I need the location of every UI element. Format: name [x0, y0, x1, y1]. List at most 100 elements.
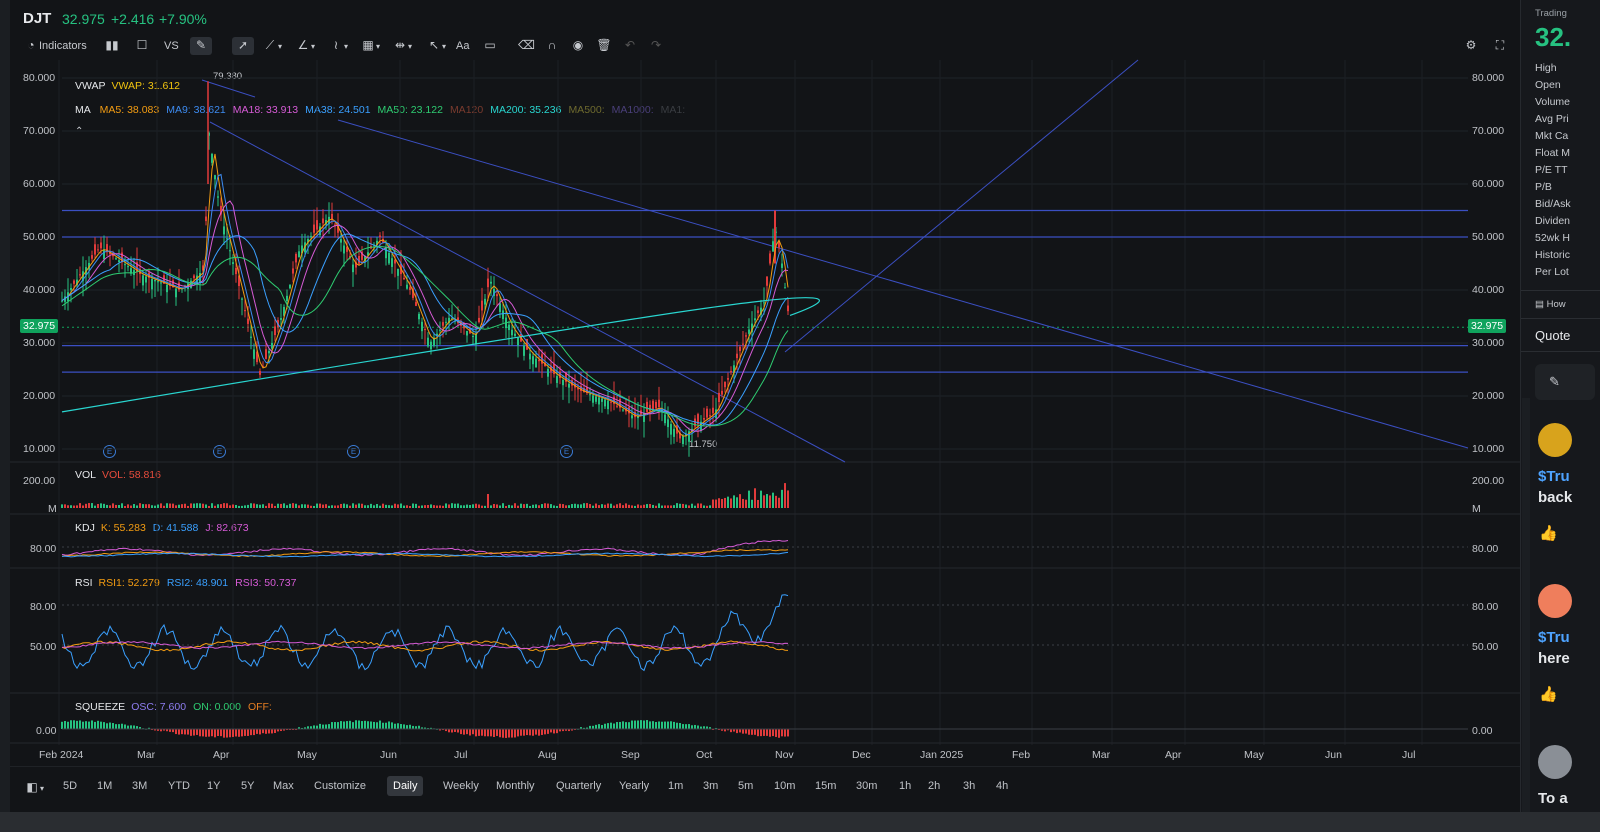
timeframe-3m[interactable]: 3M	[126, 776, 153, 796]
timeframe-1y[interactable]: 1Y	[201, 776, 226, 796]
squeeze-bar	[550, 729, 552, 733]
squeeze-bar	[484, 729, 486, 737]
volume-bar	[352, 503, 354, 508]
timeframe-max[interactable]: Max	[267, 776, 300, 796]
avatar[interactable]	[1538, 745, 1572, 779]
squeeze-bar	[121, 723, 123, 729]
squeeze-bar	[610, 722, 612, 729]
volume-bar	[202, 503, 204, 508]
timeframe-4h[interactable]: 4h	[990, 776, 1014, 796]
candle-body	[70, 288, 72, 290]
volume-bar	[73, 505, 75, 508]
timeframe-ytd[interactable]: YTD	[162, 776, 196, 796]
timeframe-5y[interactable]: 5Y	[235, 776, 260, 796]
squeeze-bar	[601, 725, 603, 729]
candle-body	[124, 264, 126, 266]
timeframe-3h[interactable]: 3h	[957, 776, 981, 796]
volume-bar	[727, 496, 729, 508]
panel-icon: ◧	[26, 780, 38, 794]
volume-bar	[748, 490, 750, 508]
squeeze-bar	[640, 720, 642, 729]
volume-bar	[568, 505, 570, 508]
timeframe-1m[interactable]: 1M	[91, 776, 118, 796]
candle-body	[532, 356, 534, 365]
timeframe-yearly[interactable]: Yearly	[613, 776, 655, 796]
volume-bar	[466, 504, 468, 508]
candle-body	[295, 253, 297, 263]
candle-body	[784, 287, 786, 289]
thumbs-up-icon[interactable]: 👍	[1539, 524, 1558, 542]
post-title[interactable]: $Tru	[1538, 468, 1570, 485]
avatar[interactable]	[1538, 423, 1572, 457]
timeframe-weekly[interactable]: Weekly	[437, 776, 485, 796]
timeframe-daily[interactable]: Daily	[387, 776, 424, 796]
candle-body	[568, 383, 570, 388]
avatar[interactable]	[1538, 584, 1572, 618]
squeeze-bar	[127, 725, 129, 729]
timeframe-10m[interactable]: 10m	[768, 776, 801, 796]
rp-compose-box[interactable]: ✎	[1535, 364, 1595, 400]
volume-bar	[301, 504, 303, 508]
timeframe-quarterly[interactable]: Quarterly	[550, 776, 607, 796]
volume-bar	[703, 505, 705, 508]
timeframe-3m[interactable]: 3m	[697, 776, 724, 796]
squeeze-bar	[520, 729, 522, 736]
volume-bar	[310, 505, 312, 508]
squeeze-bar	[70, 720, 72, 729]
timeframe-5d[interactable]: 5D	[57, 776, 83, 796]
squeeze-bar	[403, 724, 405, 729]
candle-body	[607, 400, 609, 410]
volume-bar	[592, 505, 594, 508]
squeeze-bar	[103, 722, 105, 729]
timeframe-15m[interactable]: 15m	[809, 776, 842, 796]
squeeze-bar	[766, 729, 768, 736]
timeframe-1m[interactable]: 1m	[662, 776, 689, 796]
squeeze-bar	[61, 721, 63, 729]
volume-bar	[526, 503, 528, 508]
volume-bar	[499, 505, 501, 508]
volume-bar	[787, 490, 789, 508]
candle-body	[415, 302, 417, 306]
squeeze-bar	[109, 722, 111, 729]
volume-bar	[274, 505, 276, 508]
candle-body	[529, 353, 531, 360]
timeframe-5m[interactable]: 5m	[732, 776, 759, 796]
volume-bar	[640, 505, 642, 508]
rp-quote-tab[interactable]: Quote	[1535, 328, 1570, 343]
rp-stat-label: Float M	[1535, 147, 1571, 159]
price-chart-svg[interactable]	[10, 0, 1520, 770]
rp-scroll-track[interactable]	[1522, 398, 1530, 818]
post-title[interactable]: To a	[1538, 790, 1568, 807]
squeeze-bar	[619, 721, 621, 729]
volume-bar	[334, 505, 336, 508]
volume-bar	[217, 504, 219, 508]
volume-bar	[769, 495, 771, 508]
post-title[interactable]: $Tru	[1538, 629, 1570, 646]
candle-body	[622, 409, 624, 411]
timeframe-customize[interactable]: Customize	[308, 776, 372, 796]
squeeze-bar	[271, 729, 273, 734]
candle-body	[145, 276, 147, 283]
squeeze-bar	[664, 721, 666, 729]
squeeze-bar	[556, 729, 558, 734]
timeframe-1h[interactable]: 1h	[893, 776, 917, 796]
timeframe-30m[interactable]: 30m	[850, 776, 883, 796]
timeframe-monthly[interactable]: Monthly	[490, 776, 541, 796]
squeeze-bar	[553, 729, 555, 734]
volume-bar	[232, 504, 234, 508]
volume-bar	[487, 494, 489, 508]
squeeze-bar	[514, 729, 516, 738]
thumbs-up-icon[interactable]: 👍	[1539, 685, 1558, 703]
volume-bar	[685, 504, 687, 508]
volume-bar	[697, 503, 699, 508]
layout-menu-button[interactable]: ◧ ▾	[24, 779, 44, 795]
candle-body	[385, 247, 387, 259]
volume-bar	[643, 504, 645, 508]
volume-bar	[187, 505, 189, 508]
candle-body	[736, 353, 738, 359]
volume-bar	[331, 505, 333, 508]
timeframe-2h[interactable]: 2h	[922, 776, 946, 796]
candle-body	[427, 337, 429, 347]
candle-body	[424, 329, 426, 331]
rp-how-link[interactable]: ▤ How	[1535, 299, 1566, 310]
